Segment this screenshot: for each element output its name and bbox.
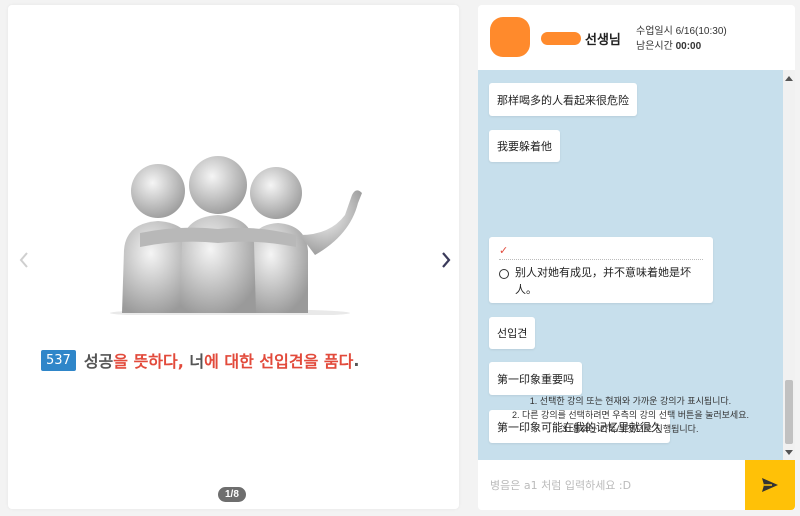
slide-sentence: 537 성공 을 뜻하다, 너 에 대한 선입견을 품다 . xyxy=(41,348,359,372)
notice-line: 2. 다른 강의를 선택하려면 우측의 강의 선택 버튼을 눌러보세요. xyxy=(511,410,749,420)
chevron-left-icon xyxy=(19,252,28,268)
class-info: 수업일시 6/16(10:30) 남은시간 00:00 xyxy=(636,24,727,54)
chat-message: 第一印象重要吗 xyxy=(489,362,582,395)
chat-panel: 선생님 수업일시 6/16(10:30) 남은시간 00:00 那样喝多的人看起… xyxy=(478,5,795,510)
notice-line: 3. 통화는 카톡/위챗으로 진행됩니다. xyxy=(562,424,699,434)
chat-message: 선입견 xyxy=(489,317,536,349)
send-icon xyxy=(762,478,778,492)
remaining-label: 남은시간 xyxy=(636,41,673,52)
quiz-radio-option[interactable] xyxy=(499,269,509,279)
teacher-avatar xyxy=(490,17,530,57)
send-button[interactable] xyxy=(745,460,795,510)
three-friends-figure-icon xyxy=(110,156,362,315)
prev-slide-button[interactable] xyxy=(14,248,34,272)
chat-message: 我要躲着他 xyxy=(489,130,560,162)
sentence-segment: 을 뜻하다, xyxy=(113,352,190,371)
notice-line: 1. 선택한 강의 또는 현재와 가까운 강의가 표시됩니다. xyxy=(529,396,732,406)
class-time: 수업일시 6/16(10:30) xyxy=(636,26,727,37)
divider xyxy=(499,259,703,260)
page-indicator: 1/8 xyxy=(218,487,246,502)
remaining-time: 00:00 xyxy=(675,41,702,52)
chat-header: 선생님 수업일시 6/16(10:30) 남은시간 00:00 xyxy=(478,5,795,70)
scrollbar-thumb[interactable] xyxy=(785,380,793,444)
scroll-up-arrow-icon[interactable] xyxy=(785,76,793,81)
remaining-time-row: 남은시간 00:00 xyxy=(636,39,727,54)
quiz-message: ✓ 别人对她有成见，并不意味着她是坏人。 xyxy=(489,237,713,303)
checkmark-icon: ✓ xyxy=(499,244,509,257)
expression-number-badge: 537 xyxy=(41,349,76,371)
chat-message: 那样喝多的人看起来很危险 xyxy=(489,83,637,116)
sentence-segment: 성공 xyxy=(83,352,114,371)
slide-panel: 537 성공 을 뜻하다, 너 에 대한 선입견을 품다 . 1/8 xyxy=(8,5,459,509)
sentence-segment: 에 대한 선입견을 품다 xyxy=(204,352,354,371)
scroll-down-arrow-icon[interactable] xyxy=(785,450,793,455)
quiz-option-text: 别人对她有成见，并不意味着她是坏人。 xyxy=(515,266,691,296)
notice-text: 1. 선택한 강의 또는 현재와 가까운 강의가 표시됩니다. 2. 다른 강의… xyxy=(478,394,783,436)
chat-input[interactable] xyxy=(478,460,745,510)
chevron-right-icon xyxy=(442,252,451,268)
teacher-name-redacted xyxy=(541,32,581,45)
chat-input-bar xyxy=(478,460,795,510)
sentence-segment: . xyxy=(353,350,360,370)
chat-scrollbar[interactable] xyxy=(783,70,795,460)
teacher-label: 선생님 xyxy=(585,32,621,47)
sentence-segment: 너 xyxy=(189,352,205,371)
message-list[interactable]: 那样喝多的人看起来很危险 我要躲着他 ✓ 别人对她有成见，并不意味着她是坏人。 … xyxy=(478,70,783,460)
next-slide-button[interactable] xyxy=(436,248,456,272)
